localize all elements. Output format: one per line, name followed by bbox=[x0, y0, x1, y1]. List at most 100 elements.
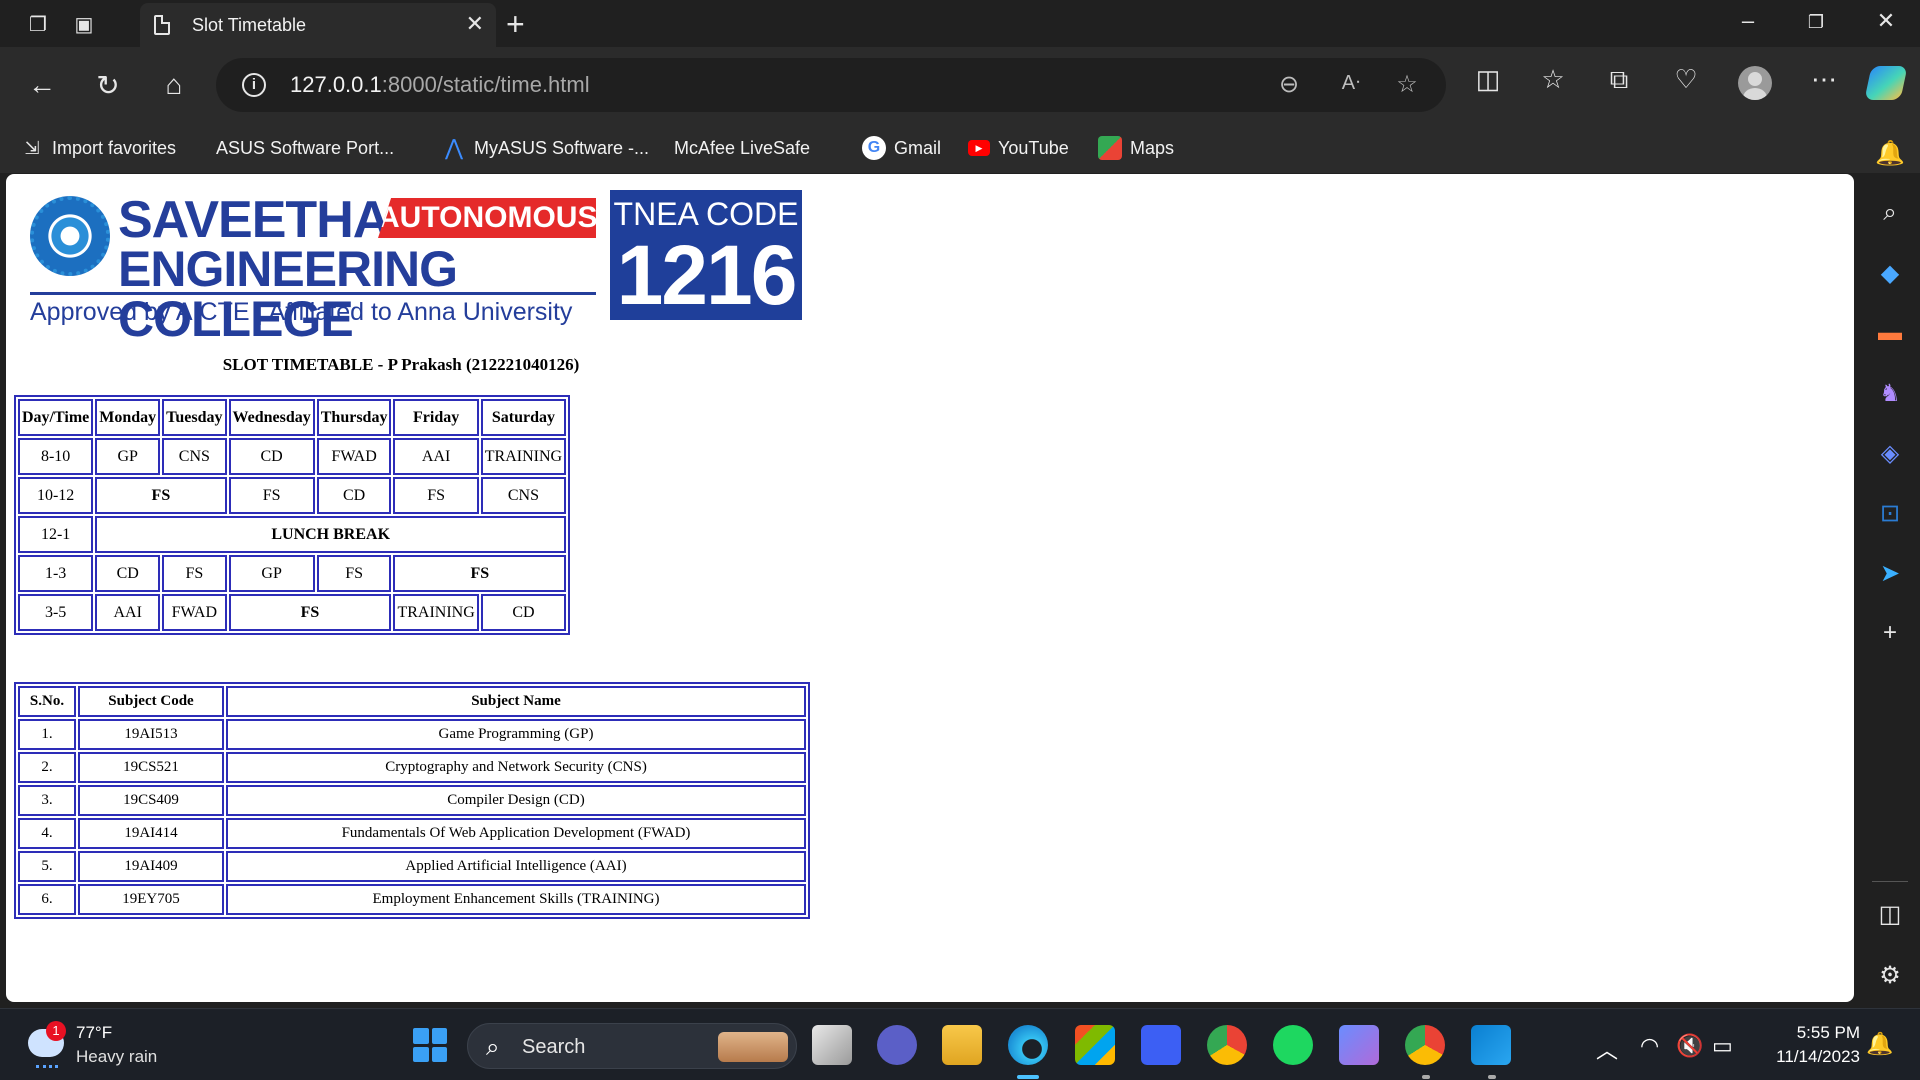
read-aloud-icon[interactable]: Aᐧ bbox=[1336, 70, 1366, 100]
volume-muted-icon[interactable]: 🔇 bbox=[1676, 1033, 1703, 1059]
minimize-button[interactable]: – bbox=[1728, 8, 1768, 40]
fav-youtube[interactable]: ▶ YouTube bbox=[968, 133, 1069, 163]
time-cell: 3-5 bbox=[18, 594, 94, 631]
time-cell: 12-1 bbox=[18, 516, 94, 553]
weather-temperature[interactable]: 77°F bbox=[76, 1023, 112, 1043]
fav-gmail[interactable]: G Gmail bbox=[862, 133, 941, 163]
title-bar: ❐ ▣ Slot Timetable ✕ + – ❐ ✕ bbox=[0, 0, 1920, 47]
fav-import-favorites[interactable]: ⇲ Import favorites bbox=[20, 133, 176, 163]
shopping-tag-icon[interactable]: ◆ bbox=[1874, 257, 1906, 289]
sno-cell: 6. bbox=[18, 884, 76, 915]
header-cell: Saturday bbox=[480, 399, 567, 436]
header-cell: Day/Time bbox=[18, 399, 94, 436]
code-editor-app-icon[interactable] bbox=[1141, 1025, 1181, 1065]
slot-cell-merged: FS bbox=[393, 555, 567, 592]
browser-essentials-icon[interactable]: ♡ bbox=[1668, 64, 1704, 100]
restore-button[interactable]: ❐ bbox=[1796, 12, 1836, 44]
back-button[interactable]: ← bbox=[22, 65, 62, 105]
slot-cell: CD bbox=[316, 477, 392, 514]
collections-icon[interactable]: ⧉ bbox=[1601, 64, 1637, 100]
weather-description[interactable]: Heavy rain bbox=[76, 1047, 157, 1067]
battery-icon[interactable]: ▭ bbox=[1712, 1033, 1733, 1059]
table-row: 3. 19CS409 Compiler Design (CD) bbox=[18, 785, 806, 816]
fav-asus-software[interactable]: ASUS Software Port... bbox=[216, 133, 394, 329]
home-button[interactable]: ⌂ bbox=[154, 65, 194, 105]
show-hidden-icons-chevron-icon[interactable]: ︿ bbox=[1596, 1033, 1618, 1065]
vertical-tabs-icon[interactable]: ▣ bbox=[68, 8, 100, 40]
url-text[interactable]: 127.0.0.1:8000/static/time.html bbox=[290, 72, 590, 98]
settings-more-icon[interactable]: ⋯ bbox=[1806, 64, 1842, 100]
meet-app-icon[interactable] bbox=[877, 1025, 917, 1065]
taskbar-search[interactable]: ⌕ Search bbox=[467, 1023, 797, 1069]
refresh-button[interactable]: ↻ bbox=[88, 65, 128, 105]
subject-table: S.No. Subject Code Subject Name 1. 19AI5… bbox=[14, 682, 810, 919]
hide-sidebar-icon[interactable]: ◫ bbox=[1874, 898, 1906, 930]
file-explorer-icon[interactable] bbox=[942, 1025, 982, 1065]
notifications-bell-icon[interactable]: 🔔 bbox=[1874, 137, 1906, 169]
fav-mcafee-livesafe[interactable]: McAfee LiveSafe bbox=[674, 133, 810, 329]
header-cell: Subject Name bbox=[226, 686, 806, 717]
slot-cell: GP bbox=[228, 555, 315, 592]
vscode-app-icon[interactable] bbox=[1471, 1025, 1511, 1065]
site-info-icon[interactable]: i bbox=[242, 73, 266, 97]
chrome-profile-app-icon[interactable] bbox=[1405, 1025, 1445, 1065]
outlook-icon[interactable]: ⊡ bbox=[1874, 497, 1906, 529]
drop-send-icon[interactable]: ➤ bbox=[1874, 557, 1906, 589]
table-row: 4. 19AI414 Fundamentals Of Web Applicati… bbox=[18, 818, 806, 849]
time-cell: 1-3 bbox=[18, 555, 94, 592]
approval-text: Approved by AICTE | Affiliated to Anna U… bbox=[30, 298, 573, 326]
tab-title: Slot Timetable bbox=[192, 15, 307, 35]
split-screen-icon[interactable]: ◫ bbox=[1470, 64, 1506, 100]
copilot-sidebar-icon[interactable]: ◈ bbox=[1874, 437, 1906, 469]
college-logo: SAVEETHA AUTONOMOUS ENGINEERING COLLEGE … bbox=[26, 190, 598, 344]
tab-slot-timetable[interactable]: Slot Timetable ✕ bbox=[140, 3, 496, 47]
table-row: 6. 19EY705 Employment Enhancement Skills… bbox=[18, 884, 806, 915]
close-tab-icon[interactable]: ✕ bbox=[466, 11, 484, 37]
myasus-icon: ⋀ bbox=[444, 135, 464, 160]
store-app-icon[interactable] bbox=[1075, 1025, 1115, 1065]
table-row: 8-10 GP CNS CD FWAD AAI TRAINING bbox=[18, 438, 567, 475]
add-sidebar-app-icon[interactable]: + bbox=[1874, 617, 1906, 649]
search-icon[interactable]: ⌕ bbox=[1874, 197, 1906, 229]
favorite-star-icon[interactable]: ☆ bbox=[1392, 70, 1422, 100]
header-cell: Wednesday bbox=[228, 399, 315, 436]
table-header-row: Day/Time Monday Tuesday Wednesday Thursd… bbox=[18, 399, 567, 436]
sidebar-settings-icon[interactable]: ⚙ bbox=[1874, 959, 1906, 991]
search-label: Search bbox=[522, 1036, 586, 1058]
fav-maps[interactable]: Maps bbox=[1098, 133, 1174, 163]
slot-cell: CD bbox=[228, 438, 315, 475]
address-bar[interactable]: i 127.0.0.1:8000/static/time.html ⊖ Aᐧ ☆ bbox=[216, 58, 1446, 112]
notification-center-icon[interactable]: 🔔 bbox=[1866, 1031, 1893, 1057]
college-seal-icon bbox=[30, 196, 110, 276]
workspaces-icon[interactable]: ❐ bbox=[22, 8, 54, 40]
sno-cell: 5. bbox=[18, 851, 76, 882]
favorites-icon[interactable]: ☆ bbox=[1535, 64, 1571, 100]
taskbar-clock[interactable]: 5:55 PM 11/14/2023 bbox=[1776, 1021, 1860, 1069]
games-icon[interactable]: ♞ bbox=[1874, 377, 1906, 409]
slot-cell: CD bbox=[480, 594, 567, 631]
profile-avatar[interactable] bbox=[1738, 66, 1772, 100]
zoom-out-icon[interactable]: ⊖ bbox=[1274, 70, 1304, 100]
running-app-indicator bbox=[1488, 1075, 1496, 1079]
header-cell: Tuesday bbox=[162, 399, 227, 436]
tools-briefcase-icon[interactable]: ▬ bbox=[1874, 317, 1906, 349]
web-page-content: SAVEETHA AUTONOMOUS ENGINEERING COLLEGE … bbox=[6, 174, 1854, 1002]
start-button[interactable] bbox=[410, 1025, 450, 1065]
slot-cell: FWAD bbox=[316, 438, 392, 475]
copilot-app-icon[interactable] bbox=[1339, 1025, 1379, 1065]
slot-cell: TRAINING bbox=[480, 438, 567, 475]
slot-cell: AAI bbox=[95, 594, 161, 631]
edge-app-icon[interactable] bbox=[1008, 1025, 1048, 1065]
table-row: 12-1 LUNCH BREAK bbox=[18, 516, 567, 553]
wifi-icon[interactable]: ◠ bbox=[1640, 1033, 1659, 1059]
fav-myasus-software[interactable]: ⋀ MyASUS Software -... bbox=[442, 133, 649, 163]
task-view-icon[interactable] bbox=[812, 1025, 852, 1065]
close-window-button[interactable]: ✕ bbox=[1866, 8, 1906, 40]
table-row: 3-5 AAI FWAD FS TRAINING CD bbox=[18, 594, 567, 631]
new-tab-button[interactable]: + bbox=[506, 6, 525, 43]
spotify-app-icon[interactable] bbox=[1273, 1025, 1313, 1065]
table-row: 10-12 FS FS CD FS CNS bbox=[18, 477, 567, 514]
name-cell: Fundamentals Of Web Application Developm… bbox=[226, 818, 806, 849]
autonomous-badge: AUTONOMOUS bbox=[378, 198, 596, 238]
chrome-app-icon[interactable] bbox=[1207, 1025, 1247, 1065]
